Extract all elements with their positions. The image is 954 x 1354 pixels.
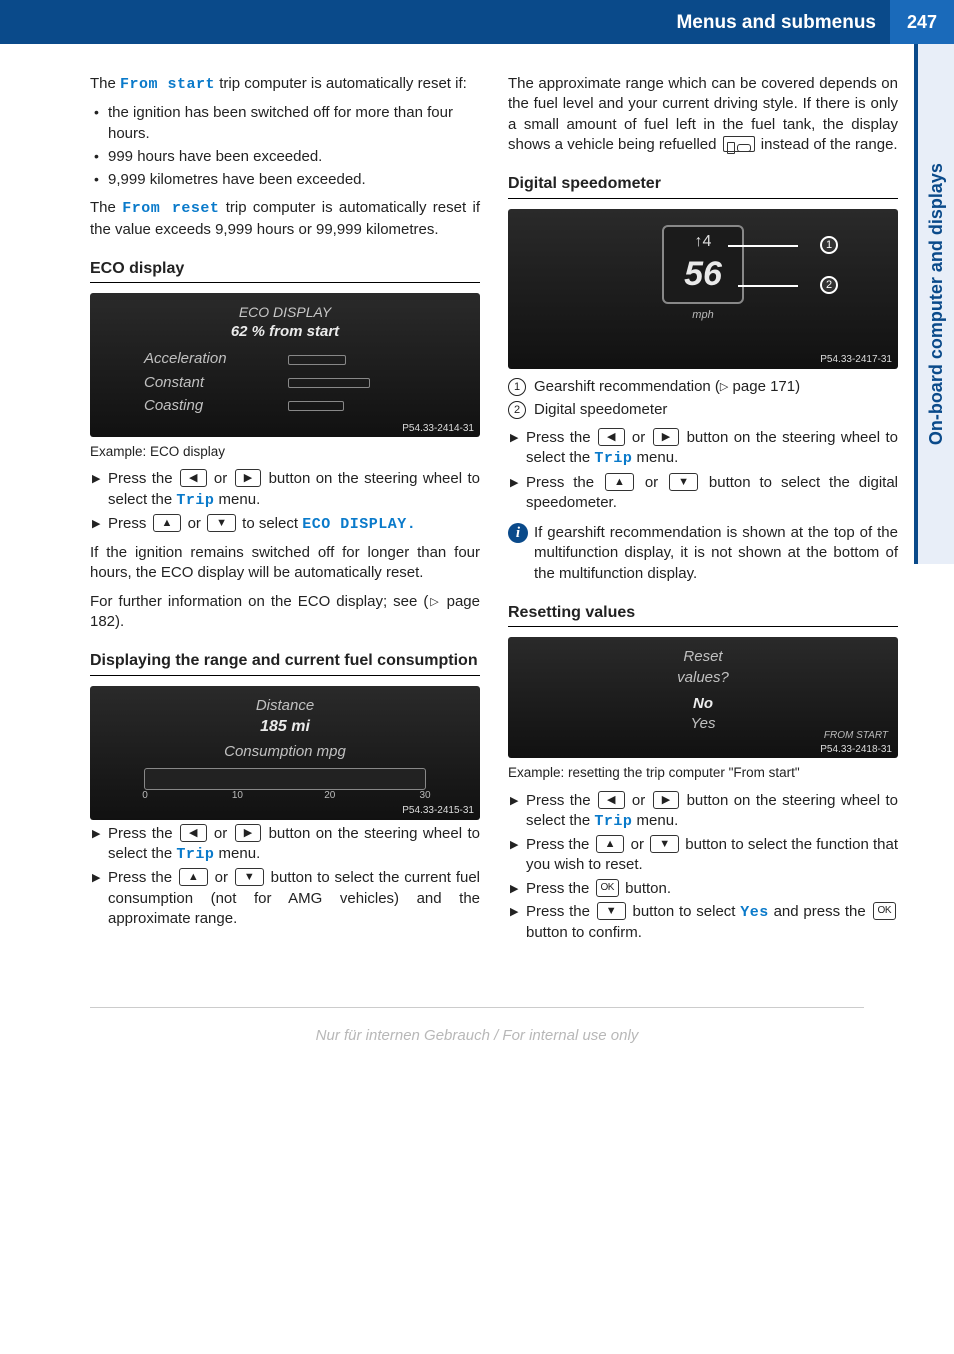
step-item: Press the ▲ or ▼ button to select the fu… xyxy=(508,835,898,876)
page-number: 247 xyxy=(890,0,954,44)
ok-button-icon: OK xyxy=(596,879,619,897)
list-item: 999 hours have been exceeded. xyxy=(90,147,480,167)
menu-term: From start xyxy=(120,76,215,93)
step-item: Press ▲ or ▼ to select ECO DISPLAY. xyxy=(90,514,480,535)
figure-caption: Example: ECO display xyxy=(90,443,480,461)
body-text: For further information on the ECO displ… xyxy=(90,592,480,633)
section-heading: Resetting values xyxy=(508,602,898,628)
step-item: Press the ▲ or ▼ button to select the cu… xyxy=(90,868,480,929)
list-item: 9,999 kilometres have been exceeded. xyxy=(90,170,480,190)
step-item: Press the ▼ button to select Yes and pre… xyxy=(508,902,898,944)
step-list: Press the ◀ or ▶ button on the steering … xyxy=(90,824,480,929)
down-arrow-icon: ▼ xyxy=(650,835,679,853)
step-list: Press the ◀ or ▶ button on the steering … xyxy=(90,469,480,535)
page-header: Menus and submenus 247 xyxy=(0,0,954,44)
up-arrow-icon: ▲ xyxy=(153,514,182,532)
left-arrow-icon: ◀ xyxy=(180,824,206,842)
figure-range: Distance 185 mi Consumption mpg 0 10 20 … xyxy=(90,686,480,820)
down-arrow-icon: ▼ xyxy=(669,473,698,491)
left-arrow-icon: ◀ xyxy=(598,428,624,446)
section-heading: Digital speedometer xyxy=(508,173,898,199)
figure-legend: 1Gearshift recommendation (▷ page 171) 2… xyxy=(508,377,898,421)
figure-code: P54.33-2415-31 xyxy=(402,804,474,818)
up-arrow-icon: ▲ xyxy=(179,868,208,886)
body-text: The From reset trip computer is automati… xyxy=(90,198,480,240)
list-item: the ignition has been switched off for m… xyxy=(90,103,480,144)
body-text: The approximate range which can be cover… xyxy=(508,74,898,155)
info-note: i If gearshift recommendation is shown a… xyxy=(508,523,898,584)
body-text: The From start trip computer is automati… xyxy=(90,74,480,95)
callout-2: 2 xyxy=(820,276,838,294)
right-arrow-icon: ▶ xyxy=(235,469,261,487)
figure-code: P54.33-2414-31 xyxy=(402,422,474,436)
gearshift-arrow: ↑4 xyxy=(684,231,722,253)
watermark-footer: Nur für internen Gebrauch / For internal… xyxy=(0,997,954,1046)
down-arrow-icon: ▼ xyxy=(207,514,236,532)
right-arrow-icon: ▶ xyxy=(653,791,679,809)
down-arrow-icon: ▼ xyxy=(235,868,264,886)
down-arrow-icon: ▼ xyxy=(597,902,626,920)
fig-subtitle: 62 % from start xyxy=(104,322,466,342)
step-item: Press the ◀ or ▶ button on the steering … xyxy=(90,469,480,511)
left-arrow-icon: ◀ xyxy=(180,469,206,487)
right-arrow-icon: ▶ xyxy=(235,824,261,842)
step-item: Press the ◀ or ▶ button on the steering … xyxy=(90,824,480,866)
refuel-icon xyxy=(723,136,755,152)
left-arrow-icon: ◀ xyxy=(598,791,624,809)
bullet-list: the ignition has been switched off for m… xyxy=(90,103,480,190)
column-left: The From start trip computer is automati… xyxy=(90,68,480,951)
content: The From start trip computer is automati… xyxy=(0,68,954,951)
body-text: If the ignition remains switched off for… xyxy=(90,543,480,584)
right-arrow-icon: ▶ xyxy=(653,428,679,446)
figure-code: P54.33-2417-31 xyxy=(820,353,892,367)
section-heading: ECO display xyxy=(90,258,480,284)
speed-unit: mph xyxy=(692,308,713,323)
step-item: Press the OK button. xyxy=(508,879,898,899)
step-item: Press the ▲ or ▼ button to select the di… xyxy=(508,473,898,514)
step-item: Press the ◀ or ▶ button on the steering … xyxy=(508,428,898,470)
legend-item: 2Digital speedometer xyxy=(508,400,898,420)
up-arrow-icon: ▲ xyxy=(605,473,634,491)
figure-speedometer: ↑4 56 mph 1 2 P54.33-2417-31 xyxy=(508,209,898,369)
info-icon: i xyxy=(508,523,528,543)
up-arrow-icon: ▲ xyxy=(596,835,625,853)
step-item: Press the ◀ or ▶ button on the steering … xyxy=(508,791,898,833)
step-list: Press the ◀ or ▶ button on the steering … xyxy=(508,791,898,944)
callout-1: 1 xyxy=(820,236,838,254)
menu-term: From reset xyxy=(122,200,219,217)
figure-reset: Reset values? No Yes FROM START P54.33-2… xyxy=(508,637,898,758)
figure-eco-display: ECO DISPLAY 62 % from start Acceleration… xyxy=(90,293,480,437)
figure-caption: Example: resetting the trip computer "Fr… xyxy=(508,764,898,782)
side-tab-label: On-board computer and displays xyxy=(924,163,948,445)
speed-value: 56 xyxy=(684,252,722,298)
step-list: Press the ◀ or ▶ button on the steering … xyxy=(508,428,898,513)
consumption-gauge: 0 10 20 30 xyxy=(144,768,426,790)
column-right: The approximate range which can be cover… xyxy=(508,68,898,951)
section-heading: Displaying the range and current fuel co… xyxy=(90,650,480,676)
figure-code: P54.33-2418-31 xyxy=(820,743,892,757)
ok-button-icon: OK xyxy=(873,902,896,920)
legend-item: 1Gearshift recommendation (▷ page 171) xyxy=(508,377,898,397)
side-tab: On-board computer and displays xyxy=(914,44,954,564)
header-title: Menus and submenus xyxy=(0,0,890,44)
fig-title: ECO DISPLAY xyxy=(104,303,466,322)
